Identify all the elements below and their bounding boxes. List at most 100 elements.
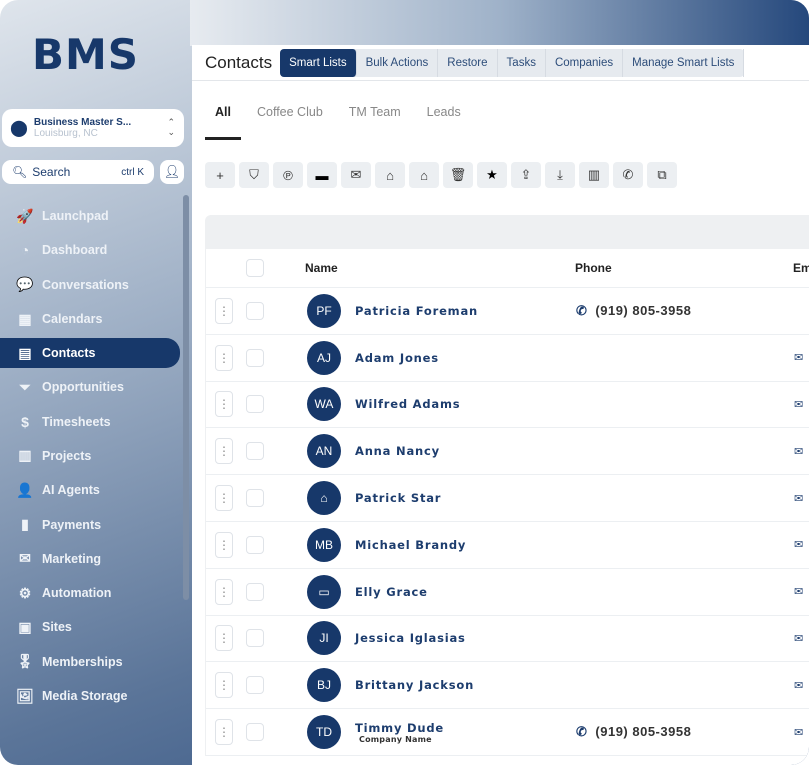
sidebar-item-conversations[interactable]: 💬 Conversations — [0, 268, 180, 302]
contact-name-cell[interactable]: Anna Nancy — [355, 444, 440, 458]
table-row[interactable]: ⋮ WA Wilfred Adams ✉ — [206, 382, 809, 429]
subtab-leads[interactable]: Leads — [427, 105, 461, 119]
email-button[interactable]: ✉ — [341, 162, 371, 188]
contact-name-cell[interactable]: Patrick Star — [355, 491, 441, 505]
email-icon[interactable]: ✉ — [794, 492, 803, 505]
row-checkbox[interactable] — [246, 676, 264, 695]
subtab-tm-team[interactable]: TM Team — [349, 105, 401, 119]
contact-name[interactable]: Anna Nancy — [355, 444, 440, 458]
phone-cell[interactable]: ✆ (919) 805-3958 — [576, 303, 691, 319]
row-checkbox[interactable] — [246, 301, 264, 320]
contact-name[interactable]: Wilfred Adams — [355, 397, 460, 411]
phone-number[interactable]: (919) 805-3958 — [595, 724, 691, 739]
sidebar-item-media-storage[interactable]: 🖼 Media Storage — [0, 679, 180, 713]
table-row[interactable]: ⋮ JI Jessica Iglasias ✉ — [206, 616, 809, 663]
contact-name-cell[interactable]: Michael Brandy — [355, 538, 466, 552]
add-button[interactable]: + — [205, 162, 235, 188]
contact-name-cell[interactable]: Patricia Foreman — [355, 304, 478, 318]
sidebar-item-marketing[interactable]: ✉ Marketing — [0, 542, 180, 576]
column-name[interactable]: Name — [305, 261, 338, 275]
sidebar-item-memberships[interactable]: 🎖 Memberships — [0, 645, 180, 679]
filter-button[interactable]: ⛉ — [239, 162, 269, 188]
table-row[interactable]: ⋮ PF Patricia Foreman ✆ (919) 805-3958 — [206, 288, 809, 335]
contact-name[interactable]: Patrick Star — [355, 491, 441, 505]
sidebar-item-ai-agents[interactable]: 👤 AI Agents — [0, 473, 180, 507]
email-icon[interactable]: ✉ — [794, 398, 803, 411]
email-icon[interactable]: ✉ — [794, 726, 803, 739]
table-row[interactable]: ⋮ MB Michael Brandy ✉ — [206, 522, 809, 569]
column-phone[interactable]: Phone — [575, 261, 612, 275]
email-icon[interactable]: ✉ — [794, 585, 803, 598]
email-icon[interactable]: ✉ — [794, 351, 803, 364]
business-switcher[interactable]: ⬤ Business Master S... Louisburg, NC ⌃ ⌄ — [2, 109, 184, 147]
table-row[interactable]: ⋮ TD Timmy Dude Company Name ✆ (919) 805-3958… — [206, 709, 809, 756]
company-button[interactable]: ▥ — [579, 162, 609, 188]
contact-name[interactable]: Elly Grace — [355, 585, 428, 599]
contact-name[interactable]: Timmy Dude — [355, 721, 444, 735]
select-all-checkbox[interactable] — [246, 259, 264, 277]
table-row[interactable]: ⋮ AJ Adam Jones ✉ — [206, 335, 809, 382]
user-icon[interactable]: 👤︎ — [160, 160, 184, 184]
phone-cell[interactable]: ✆ (919) 805-3958 — [576, 724, 691, 740]
contact-name[interactable]: Jessica Iglasias — [355, 631, 466, 645]
sidebar-scrollbar[interactable] — [183, 195, 189, 600]
whatsapp-button[interactable]: ✆ — [613, 162, 643, 188]
tab-manage-smart-lists[interactable]: Manage Smart Lists — [623, 48, 745, 77]
email-icon[interactable]: ✉ — [794, 679, 803, 692]
search-button[interactable]: 🔍︎ Search ctrl K — [2, 160, 154, 184]
duplicate-button[interactable]: ⧉ — [647, 162, 677, 188]
drag-handle-icon[interactable]: ⋮ — [215, 625, 233, 652]
row-checkbox[interactable] — [246, 395, 264, 414]
sms-button[interactable]: ▬ — [307, 162, 337, 188]
tab-smart-lists[interactable]: Smart Lists — [280, 48, 357, 77]
sidebar-item-automation[interactable]: ⚙ Automation — [0, 576, 180, 610]
contact-name[interactable]: Adam Jones — [355, 351, 439, 365]
tab-companies[interactable]: Companies — [546, 48, 624, 77]
sidebar-item-launchpad[interactable]: 🚀 Launchpad — [0, 199, 180, 233]
table-row[interactable]: ⋮ AN Anna Nancy ✉ — [206, 428, 809, 476]
sidebar-item-contacts[interactable]: ▤ Contacts — [0, 338, 180, 369]
remove-tag-button[interactable]: ⌂ — [409, 162, 439, 188]
table-row[interactable]: ⋮ BJ Brittany Jackson ✉ — [206, 662, 809, 710]
table-row[interactable]: ⋮ ▭ Elly Grace ✉ — [206, 569, 809, 616]
sidebar-item-dashboard[interactable]: ◔ Dashboard — [0, 233, 180, 267]
contact-name[interactable]: Patricia Foreman — [355, 304, 478, 318]
delete-button[interactable]: 🗑 — [443, 162, 473, 188]
automation-button[interactable]: ℗ — [273, 162, 303, 188]
drag-handle-icon[interactable]: ⋮ — [215, 672, 233, 699]
contact-name-cell[interactable]: Brittany Jackson — [355, 678, 474, 692]
tab-bulk-actions[interactable]: Bulk Actions — [357, 48, 439, 77]
import-button[interactable]: ⤓ — [545, 162, 575, 188]
drag-handle-icon[interactable]: ⋮ — [215, 391, 233, 418]
drag-handle-icon[interactable]: ⋮ — [215, 531, 233, 558]
row-checkbox[interactable] — [246, 442, 264, 461]
sidebar-item-opportunities[interactable]: ⏷ Opportunities — [0, 370, 180, 404]
email-icon[interactable]: ✉ — [794, 445, 803, 458]
star-button[interactable]: ★ — [477, 162, 507, 188]
subtab-all[interactable]: All — [205, 105, 241, 140]
drag-handle-icon[interactable]: ⋮ — [215, 719, 233, 746]
subtab-coffee-club[interactable]: Coffee Club — [257, 105, 323, 119]
column-email[interactable]: Em — [793, 261, 809, 275]
contact-name[interactable]: Michael Brandy — [355, 538, 466, 552]
sidebar-item-sites[interactable]: ▣ Sites — [0, 610, 180, 644]
sidebar-item-timesheets[interactable]: $ Timesheets — [0, 404, 180, 438]
drag-handle-icon[interactable]: ⋮ — [215, 297, 233, 324]
row-checkbox[interactable] — [246, 489, 264, 508]
row-checkbox[interactable] — [246, 723, 264, 742]
contact-name-cell[interactable]: Jessica Iglasias — [355, 631, 466, 645]
row-checkbox[interactable] — [246, 582, 264, 601]
contact-name-cell[interactable]: Wilfred Adams — [355, 397, 460, 411]
add-tag-button[interactable]: ⌂ — [375, 162, 405, 188]
row-checkbox[interactable] — [246, 348, 264, 367]
row-checkbox[interactable] — [246, 629, 264, 648]
sidebar-item-calendars[interactable]: ▦ Calendars — [0, 302, 180, 336]
sidebar-item-projects[interactable]: ▥ Projects — [0, 439, 180, 473]
drag-handle-icon[interactable]: ⋮ — [215, 344, 233, 371]
export-button[interactable]: ⇪ — [511, 162, 541, 188]
sidebar-item-payments[interactable]: ▮ Payments — [0, 507, 180, 541]
table-row[interactable]: ⋮ ⌂ Patrick Star ✉ — [206, 475, 809, 522]
row-checkbox[interactable] — [246, 535, 264, 554]
contact-name-cell[interactable]: Adam Jones — [355, 351, 439, 365]
phone-number[interactable]: (919) 805-3958 — [595, 303, 691, 318]
